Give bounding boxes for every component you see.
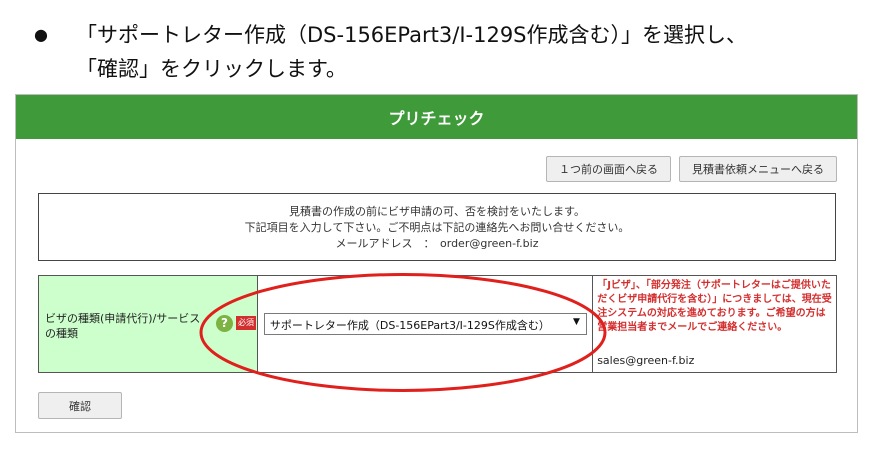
note-email: sales@green-f.biz bbox=[597, 354, 695, 367]
table-row: ビザの種類(申請代行)/サービス の種類 ? 必須 サポートレター作成（DS-1… bbox=[38, 275, 837, 373]
panel-title: プリチェック bbox=[16, 95, 857, 139]
note-cell: 「Jビザ」、「部分発注（サポートレターはご提供いただくビザ申請代行を含む）」につ… bbox=[592, 275, 837, 373]
notice-box: 見積書の作成の前にビザ申請の可、否を検討をいたします。 下記項目を入力して下さい… bbox=[38, 193, 836, 261]
instruction-line-2: 「確認」をクリックします。 bbox=[76, 57, 347, 81]
bullet-icon: ● bbox=[34, 25, 48, 44]
instruction-text: ● 「サポートレター作成（DS-156EPart3/I-129S作成含む）」を選… bbox=[34, 18, 854, 86]
select-value: サポートレター作成（DS-156EPart3/I-129S作成含む） bbox=[269, 319, 550, 332]
dropdown-arrow-icon: ▼ bbox=[572, 317, 580, 327]
back-button[interactable]: １つ前の画面へ戻る bbox=[546, 156, 671, 182]
visa-form-table: ビザの種類(申請代行)/サービス の種類 ? 必須 サポートレター作成（DS-1… bbox=[38, 275, 837, 373]
notice-line-2: 下記項目を入力して下さい。ご不明点は下記の連絡先へお問い合せください。 bbox=[244, 221, 630, 234]
note-text: 「Jビザ」、「部分発注（サポートレターはご提供いただくビザ申請代行を含む）」につ… bbox=[597, 280, 832, 333]
instruction-line-1: 「サポートレター作成（DS-156EPart3/I-129S作成含む）」を選択し… bbox=[76, 23, 748, 47]
nav-buttons: １つ前の画面へ戻る 見積書依頼メニューへ戻る bbox=[546, 156, 837, 182]
field-label-cell: ビザの種類(申請代行)/サービス の種類 ? 必須 bbox=[38, 275, 258, 373]
visa-type-select[interactable]: サポートレター作成（DS-156EPart3/I-129S作成含む） ▼ bbox=[263, 313, 587, 335]
notice-line-3: メールアドレス ： order@green-f.biz bbox=[335, 237, 539, 250]
field-label: ビザの種類(申請代行)/サービス の種類 bbox=[45, 312, 201, 340]
notice-line-1: 見積書の作成の前にビザ申請の可、否を検討をいたします。 bbox=[289, 205, 585, 218]
help-icon[interactable]: ? bbox=[216, 315, 233, 332]
confirm-button[interactable]: 確認 bbox=[38, 392, 122, 419]
required-badge: 必須 bbox=[236, 316, 256, 330]
menu-button[interactable]: 見積書依頼メニューへ戻る bbox=[679, 156, 837, 182]
select-cell: サポートレター作成（DS-156EPart3/I-129S作成含む） ▼ bbox=[256, 275, 594, 373]
precheck-panel: プリチェック １つ前の画面へ戻る 見積書依頼メニューへ戻る 見積書の作成の前にビ… bbox=[15, 94, 858, 433]
